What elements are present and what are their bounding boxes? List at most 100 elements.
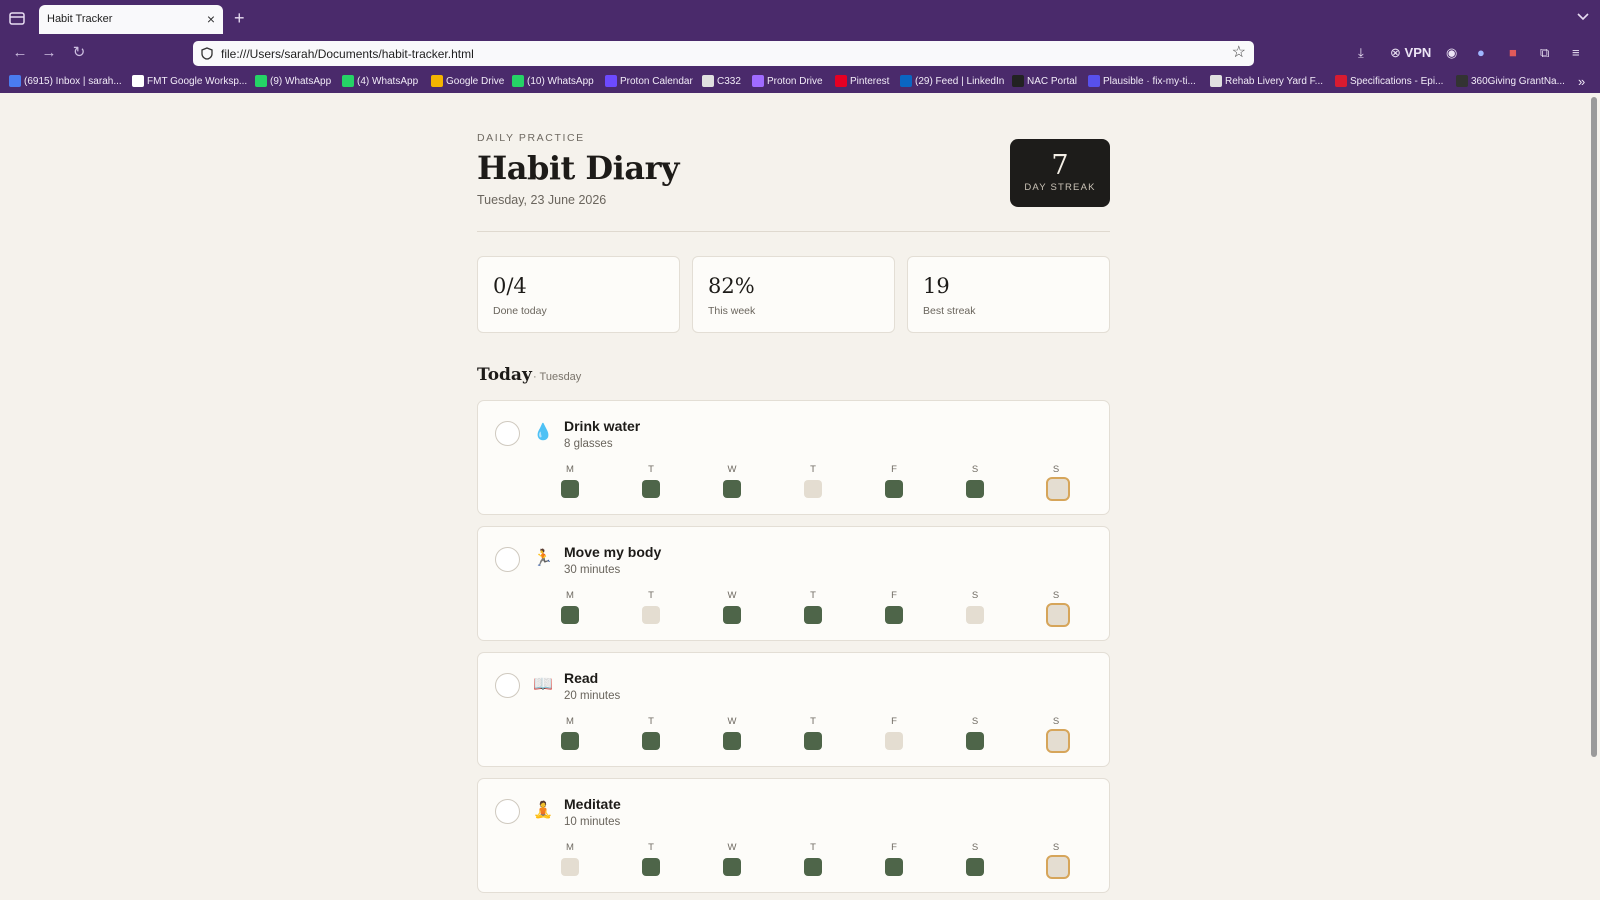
bookmark-label: Plausible · fix-my-ti... — [1103, 75, 1196, 87]
day-cell-done[interactable] — [804, 606, 822, 624]
vpn-label: VPN — [1404, 45, 1432, 60]
day-letter: S — [1052, 464, 1060, 475]
drop-icon — [1335, 75, 1347, 87]
day-letter: W — [727, 716, 737, 727]
bookmark-item[interactable]: Pinterest — [835, 74, 889, 88]
habit-check-toggle[interactable] — [495, 547, 520, 572]
browser-tab[interactable]: Habit Tracker × — [39, 5, 223, 34]
day-cell-done[interactable] — [723, 480, 741, 498]
bookmark-item[interactable]: Rehab Livery Yard F... — [1210, 74, 1323, 88]
download-icon[interactable]: ⤓ — [1358, 43, 1364, 63]
bookmark-label: 360Giving GrantNa... — [1471, 75, 1565, 87]
bookmark-item[interactable]: (9) WhatsApp — [255, 74, 331, 88]
plausible-icon — [1088, 75, 1100, 87]
vpn-button[interactable]: ⊗ VPN — [1390, 43, 1431, 63]
bookmark-label: (10) WhatsApp — [527, 75, 594, 87]
bookmark-item[interactable]: (6915) Inbox | sarah... — [9, 74, 122, 88]
tab-list-icon[interactable] — [8, 9, 26, 27]
bookmark-item[interactable]: Proton Calendar — [605, 74, 693, 88]
day-cell-done[interactable] — [561, 480, 579, 498]
day-cell-done[interactable] — [885, 858, 903, 876]
bookmark-item[interactable]: (29) Feed | LinkedIn — [900, 74, 1004, 88]
password-manager-icon[interactable]: ● — [1477, 43, 1485, 63]
day-column: W — [722, 464, 742, 498]
day-cell-done[interactable] — [561, 732, 579, 750]
day-letter: M — [566, 716, 574, 727]
day-cell-done[interactable] — [723, 732, 741, 750]
day-cell-today[interactable] — [1046, 603, 1070, 627]
gmail-icon — [9, 75, 21, 87]
extensions-icon[interactable]: ⧉ — [1540, 43, 1549, 63]
habit-name: Drink water — [564, 418, 641, 434]
bookmark-item[interactable]: NAC Portal — [1012, 74, 1077, 88]
back-arrow-icon[interactable]: ← — [10, 43, 30, 63]
menu-icon[interactable]: ≡ — [1572, 43, 1580, 63]
day-cell-today[interactable] — [1046, 477, 1070, 501]
day-letter: F — [891, 842, 897, 853]
stat-value: 19 — [923, 274, 950, 298]
day-cell-done[interactable] — [804, 858, 822, 876]
day-cell-done[interactable] — [804, 732, 822, 750]
day-cell-done[interactable] — [966, 732, 984, 750]
chevron-down-icon[interactable] — [1576, 10, 1590, 24]
day-column: S — [1046, 716, 1070, 753]
day-cell-done[interactable] — [561, 606, 579, 624]
bookmark-item[interactable]: Proton Drive — [752, 74, 823, 88]
day-cell-done[interactable] — [966, 858, 984, 876]
bookmark-item[interactable]: C332 — [702, 74, 741, 88]
day-cell-done[interactable] — [723, 606, 741, 624]
day-letter: M — [566, 464, 574, 475]
day-cell-done[interactable] — [642, 480, 660, 498]
ublock-icon[interactable]: ■ — [1509, 43, 1517, 63]
day-cell-today[interactable] — [1046, 855, 1070, 879]
day-column: F — [884, 464, 904, 498]
page-scrollbar[interactable] — [1588, 93, 1600, 900]
day-column: T — [641, 842, 661, 876]
day-cell-done[interactable] — [642, 858, 660, 876]
bookmark-item[interactable]: (4) WhatsApp — [342, 74, 418, 88]
reload-icon[interactable]: ↻ — [69, 43, 89, 63]
day-cell-missed[interactable] — [804, 480, 822, 498]
day-cell-missed[interactable] — [885, 732, 903, 750]
bookmark-item[interactable]: Specifications - Epi... — [1335, 74, 1443, 88]
bookmark-item[interactable]: 360Giving GrantNa... — [1456, 74, 1565, 88]
stat-value: 82% — [708, 274, 755, 298]
day-cell-done[interactable] — [885, 606, 903, 624]
forward-arrow-icon[interactable]: → — [39, 43, 59, 63]
stat-label: Done today — [493, 305, 547, 317]
habit-check-toggle[interactable] — [495, 673, 520, 698]
day-cell-done[interactable] — [723, 858, 741, 876]
address-bar[interactable]: file:///Users/sarah/Documents/habit-trac… — [193, 41, 1254, 66]
day-cell-done[interactable] — [642, 732, 660, 750]
habit-goal: 20 minutes — [564, 690, 621, 702]
habit-check-toggle[interactable] — [495, 421, 520, 446]
day-cell-missed[interactable] — [642, 606, 660, 624]
shield-icon[interactable] — [201, 47, 213, 60]
streak-card: 7 DAY STREAK — [1010, 139, 1110, 207]
day-letter: T — [810, 842, 816, 853]
habit-name: Read — [564, 670, 599, 686]
bookmark-item[interactable]: Plausible · fix-my-ti... — [1088, 74, 1196, 88]
bookmark-item[interactable]: Google Drive — [431, 74, 504, 88]
more-bookmarks-icon[interactable]: » — [1578, 74, 1585, 89]
url-text[interactable]: file:///Users/sarah/Documents/habit-trac… — [221, 47, 474, 61]
close-tab-icon[interactable]: × — [207, 11, 215, 27]
bookmark-item[interactable]: (10) WhatsApp — [512, 74, 594, 88]
scrollbar-thumb[interactable] — [1591, 97, 1597, 757]
day-cell-today[interactable] — [1046, 729, 1070, 753]
day-cell-missed[interactable] — [966, 606, 984, 624]
bookmark-label: Pinterest — [850, 75, 890, 87]
day-column: F — [884, 716, 904, 750]
bookmark-star-icon[interactable]: ☆ — [1232, 44, 1246, 62]
day-cell-done[interactable] — [885, 480, 903, 498]
globe-icon — [702, 75, 714, 87]
day-column: S — [1046, 590, 1070, 627]
new-tab-icon[interactable]: + — [234, 9, 245, 27]
day-column: T — [803, 590, 823, 624]
day-letter: T — [648, 842, 654, 853]
day-cell-done[interactable] — [966, 480, 984, 498]
bookmark-item[interactable]: FMT Google Worksp... — [132, 74, 247, 88]
account-icon[interactable]: ◉ — [1446, 43, 1457, 63]
day-cell-missed[interactable] — [561, 858, 579, 876]
habit-check-toggle[interactable] — [495, 799, 520, 824]
